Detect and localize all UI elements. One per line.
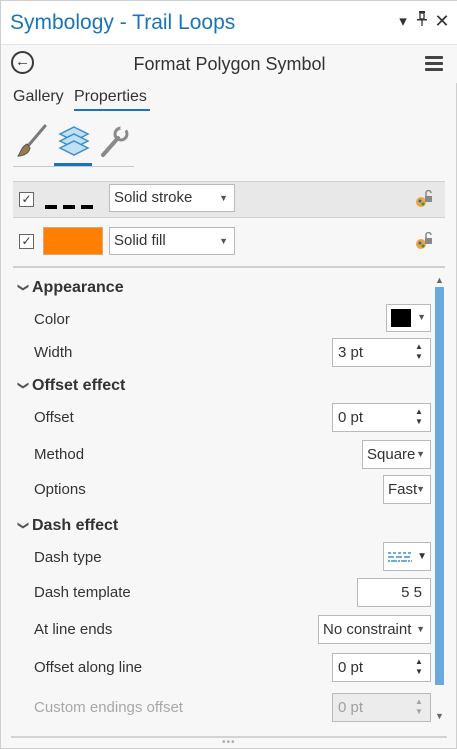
spinner-arrows-icon[interactable]: ▲ ▼ — [415, 657, 425, 677]
section-title: Appearance — [32, 279, 124, 296]
color-picker[interactable]: ▼ — [386, 304, 431, 332]
fill-color-swatch — [43, 227, 103, 255]
chevron-down-icon: ❯ — [17, 282, 30, 293]
active-icon-tab-indicator — [54, 163, 92, 166]
close-icon[interactable]: ✕ — [433, 10, 451, 32]
lock-icon[interactable] — [414, 231, 434, 252]
layer-type-dropdown[interactable]: Solid fill ▼ — [109, 227, 235, 255]
method-label: Method — [34, 446, 85, 463]
options-value: Fast — [388, 481, 418, 498]
resize-grip-icon[interactable]: ••• — [222, 737, 236, 748]
dash-type-label: Dash type — [34, 549, 102, 566]
at-line-ends-value: No constraint — [323, 621, 412, 638]
section-title: Offset effect — [32, 377, 126, 394]
chevron-down-icon: ▼ — [219, 236, 228, 246]
custom-endings-offset-label: Custom endings offset — [34, 699, 183, 716]
chevron-down-icon: ▼ — [416, 624, 425, 634]
width-value: 3 pt — [338, 344, 364, 361]
scroll-up-icon[interactable]: ▲ — [433, 275, 446, 285]
at-line-ends-label: At line ends — [34, 621, 113, 638]
hamburger-menu-icon[interactable] — [425, 56, 443, 71]
layer-type-value: Solid stroke — [114, 189, 193, 206]
method-value: Square — [367, 446, 416, 463]
dropdown-arrow-icon[interactable]: ▾ — [394, 11, 412, 33]
color-swatch — [391, 309, 411, 327]
lock-icon[interactable] — [414, 189, 434, 210]
scroll-down-icon[interactable]: ▼ — [433, 711, 446, 721]
custom-endings-offset-spinner: 0 pt ▲ ▼ — [332, 693, 431, 722]
chevron-down-icon: ▼ — [416, 484, 425, 494]
layer-type-value: Solid fill — [114, 232, 166, 249]
offset-value: 0 pt — [338, 409, 364, 426]
chevron-down-icon: ▼ — [417, 551, 427, 562]
options-label: Options — [34, 481, 86, 498]
section-divider — [13, 266, 445, 268]
layer-visibility-checkbox[interactable]: ✓ — [19, 234, 34, 249]
layer-type-dropdown[interactable]: Solid stroke ▼ — [109, 184, 235, 212]
active-tab-indicator — [74, 109, 150, 111]
spinner-arrows-icon[interactable]: ▲ ▼ — [415, 407, 425, 427]
dash-type-picker[interactable]: ▼ — [383, 542, 431, 571]
chevron-down-icon: ❯ — [17, 520, 30, 531]
section-title: Dash effect — [32, 517, 119, 534]
appearance-section-header[interactable]: ❯ Appearance — [17, 279, 124, 297]
offset-effect-section-header[interactable]: ❯ Offset effect — [17, 377, 126, 395]
options-dropdown[interactable]: Fast ▼ — [383, 475, 431, 504]
layer-visibility-checkbox[interactable]: ✓ — [19, 192, 34, 207]
chevron-down-icon: ❯ — [17, 380, 30, 391]
chevron-down-icon: ▼ — [416, 449, 425, 459]
width-spinner[interactable]: 3 pt ▲ ▼ — [332, 338, 431, 367]
layers-icon[interactable] — [57, 122, 91, 162]
tab-properties[interactable]: Properties — [74, 88, 147, 106]
symbol-paintbrush-icon[interactable] — [15, 122, 49, 162]
at-line-ends-dropdown[interactable]: No constraint ▼ — [318, 615, 431, 644]
offset-along-line-label: Offset along line — [34, 659, 143, 676]
offset-along-line-value: 0 pt — [338, 659, 364, 676]
chevron-down-icon: ▼ — [219, 193, 228, 203]
dash-effect-section-header[interactable]: ❯ Dash effect — [17, 517, 119, 535]
dash-template-input[interactable]: 5 5 — [357, 578, 431, 607]
wrench-icon[interactable] — [97, 122, 131, 162]
method-dropdown[interactable]: Square ▼ — [362, 440, 431, 469]
tab-gallery[interactable]: Gallery — [13, 88, 64, 106]
width-label: Width — [34, 344, 73, 361]
spinner-arrows-icon[interactable]: ▲ ▼ — [415, 342, 425, 362]
dash-pattern-icon — [388, 552, 412, 562]
pane-title: Symbology - Trail Loops — [10, 11, 236, 34]
chevron-down-icon: ▼ — [417, 312, 426, 322]
dashed-line-preview — [45, 197, 97, 215]
offset-spinner[interactable]: 0 pt ▲ ▼ — [332, 403, 431, 432]
color-label: Color — [34, 311, 70, 328]
page-title: Format Polygon Symbol — [133, 54, 326, 74]
pin-icon[interactable] — [413, 10, 431, 32]
custom-endings-offset-value: 0 pt — [338, 699, 364, 716]
dash-template-label: Dash template — [34, 584, 131, 601]
offset-along-line-spinner[interactable]: 0 pt ▲ ▼ — [332, 653, 431, 682]
offset-label: Offset — [34, 409, 74, 426]
scroll-thumb[interactable] — [435, 287, 444, 685]
spinner-arrows-icon: ▲ ▼ — [415, 697, 423, 716]
